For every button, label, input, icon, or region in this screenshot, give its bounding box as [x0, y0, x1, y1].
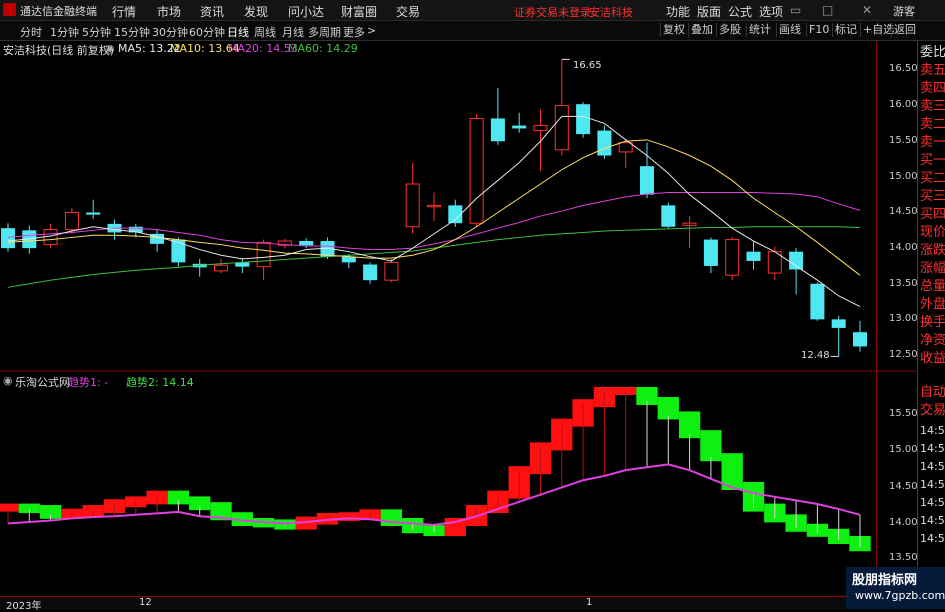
trade-time: 14:56: [920, 478, 945, 491]
sidebar-item[interactable]: 净资: [920, 334, 945, 348]
candle-up: [384, 261, 399, 281]
candle-up: [214, 264, 228, 272]
candle-down: [831, 319, 846, 328]
axis-tick: 15.50: [889, 408, 918, 419]
sidebar-item[interactable]: 卖一: [920, 136, 945, 150]
trend-block: [0, 503, 19, 512]
sidebar-item[interactable]: 收益: [920, 352, 945, 366]
trend-block: [678, 411, 701, 439]
quote-sidebar: 委比 卖五 卖四 卖三 卖二 卖一 买一 买二 买三 买四 现价 涨跌 涨幅 总…: [917, 41, 945, 609]
sidebar-item[interactable]: 现价: [920, 226, 945, 240]
sidebar-item[interactable]: 总量: [920, 280, 945, 294]
sidebar-item[interactable]: 卖三: [920, 100, 945, 114]
sidebar-item[interactable]: 涨幅: [920, 262, 945, 276]
price-axis: 16.50 16.00 15.50 15.00 14.50 14.00 13.5…: [876, 41, 918, 596]
candle-up: [256, 241, 271, 268]
date-label: 2023年: [6, 601, 42, 612]
trade-time: 14:56: [920, 460, 945, 473]
candle-down: [640, 166, 654, 195]
candle-down: [576, 104, 591, 135]
axis-tick: 14.50: [889, 206, 918, 217]
candle-down: [171, 239, 186, 263]
watermark-url: www.7gpzb.com: [855, 589, 945, 602]
sidebar-item[interactable]: 买三: [920, 190, 945, 204]
candle-up: [64, 212, 79, 231]
candle-down: [853, 332, 867, 347]
axis-tick: 15.00: [889, 444, 918, 455]
axis-tick: 16.00: [889, 99, 918, 110]
candle-down: [1, 228, 15, 249]
axis-tick: 13.00: [889, 313, 918, 324]
candle-down: [363, 264, 378, 281]
sidebar-item[interactable]: 换手: [920, 316, 945, 330]
candle-down: [299, 241, 314, 246]
sidebar-item[interactable]: 卖四: [920, 82, 945, 96]
candle-down: [703, 239, 718, 266]
date-axis: 2023年 12 1: [0, 596, 916, 612]
axis-tick: 12.50: [889, 349, 918, 360]
sidebar-item[interactable]: 涨跌: [920, 244, 945, 258]
axis-tick: 13.50: [889, 278, 918, 289]
low-price-label: 12.48: [801, 350, 830, 361]
axis-tick: 14.00: [889, 517, 918, 528]
candle-down: [810, 283, 825, 320]
candle-up: [618, 142, 633, 153]
watermark: 股朋指标网 www.7gpzb.com: [846, 567, 945, 609]
kline-chart[interactable]: [0, 0, 945, 609]
candle-up: [405, 183, 420, 228]
sidebar-item[interactable]: 外盘: [920, 298, 945, 312]
candle-group: [1, 59, 867, 357]
candle-down: [341, 256, 356, 263]
sidebar-item[interactable]: 买二: [920, 172, 945, 186]
candle-down: [597, 130, 612, 156]
sidebar-item[interactable]: 卖五: [920, 64, 945, 78]
axis-tick: 13.50: [889, 552, 918, 563]
candle-down: [512, 125, 527, 129]
candle-up: [725, 239, 740, 276]
trade-time: 14:56: [920, 514, 945, 527]
trade-time: 14:56: [920, 424, 945, 437]
trade-time: 14:56: [920, 532, 945, 545]
candle-down: [661, 205, 676, 227]
sidebar-item[interactable]: 卖二: [920, 118, 945, 132]
sidebar-item[interactable]: 买四: [920, 208, 945, 222]
candle-up: [682, 222, 697, 226]
candle-down: [490, 118, 505, 142]
trend-block: [700, 430, 722, 462]
axis-tick: 16.50: [889, 63, 918, 74]
candle-down: [746, 251, 761, 261]
candle-up: [469, 117, 484, 224]
trade-time: 14:56: [920, 442, 945, 455]
axis-tick: 14.50: [889, 481, 918, 492]
date-label: 1: [586, 597, 593, 608]
date-label: 12: [139, 597, 152, 608]
candle-down: [86, 212, 101, 215]
sidebar-item[interactable]: 自动: [920, 386, 945, 400]
sidebar-item[interactable]: 交易: [920, 404, 945, 418]
candle-up: [554, 105, 569, 151]
axis-tick: 15.50: [889, 135, 918, 146]
candle-down: [789, 251, 804, 270]
high-price-label: 16.65: [573, 60, 602, 71]
watermark-title: 股朋指标网: [852, 573, 918, 588]
axis-tick: 14.00: [889, 242, 918, 253]
sidebar-item[interactable]: 委比: [920, 46, 945, 60]
trend-group: [0, 386, 871, 552]
trade-time: 14:56: [920, 496, 945, 509]
candle-up: [533, 125, 548, 132]
sidebar-item[interactable]: 买一: [920, 154, 945, 168]
candle-up: [427, 204, 441, 208]
axis-tick: 15.00: [889, 171, 918, 182]
